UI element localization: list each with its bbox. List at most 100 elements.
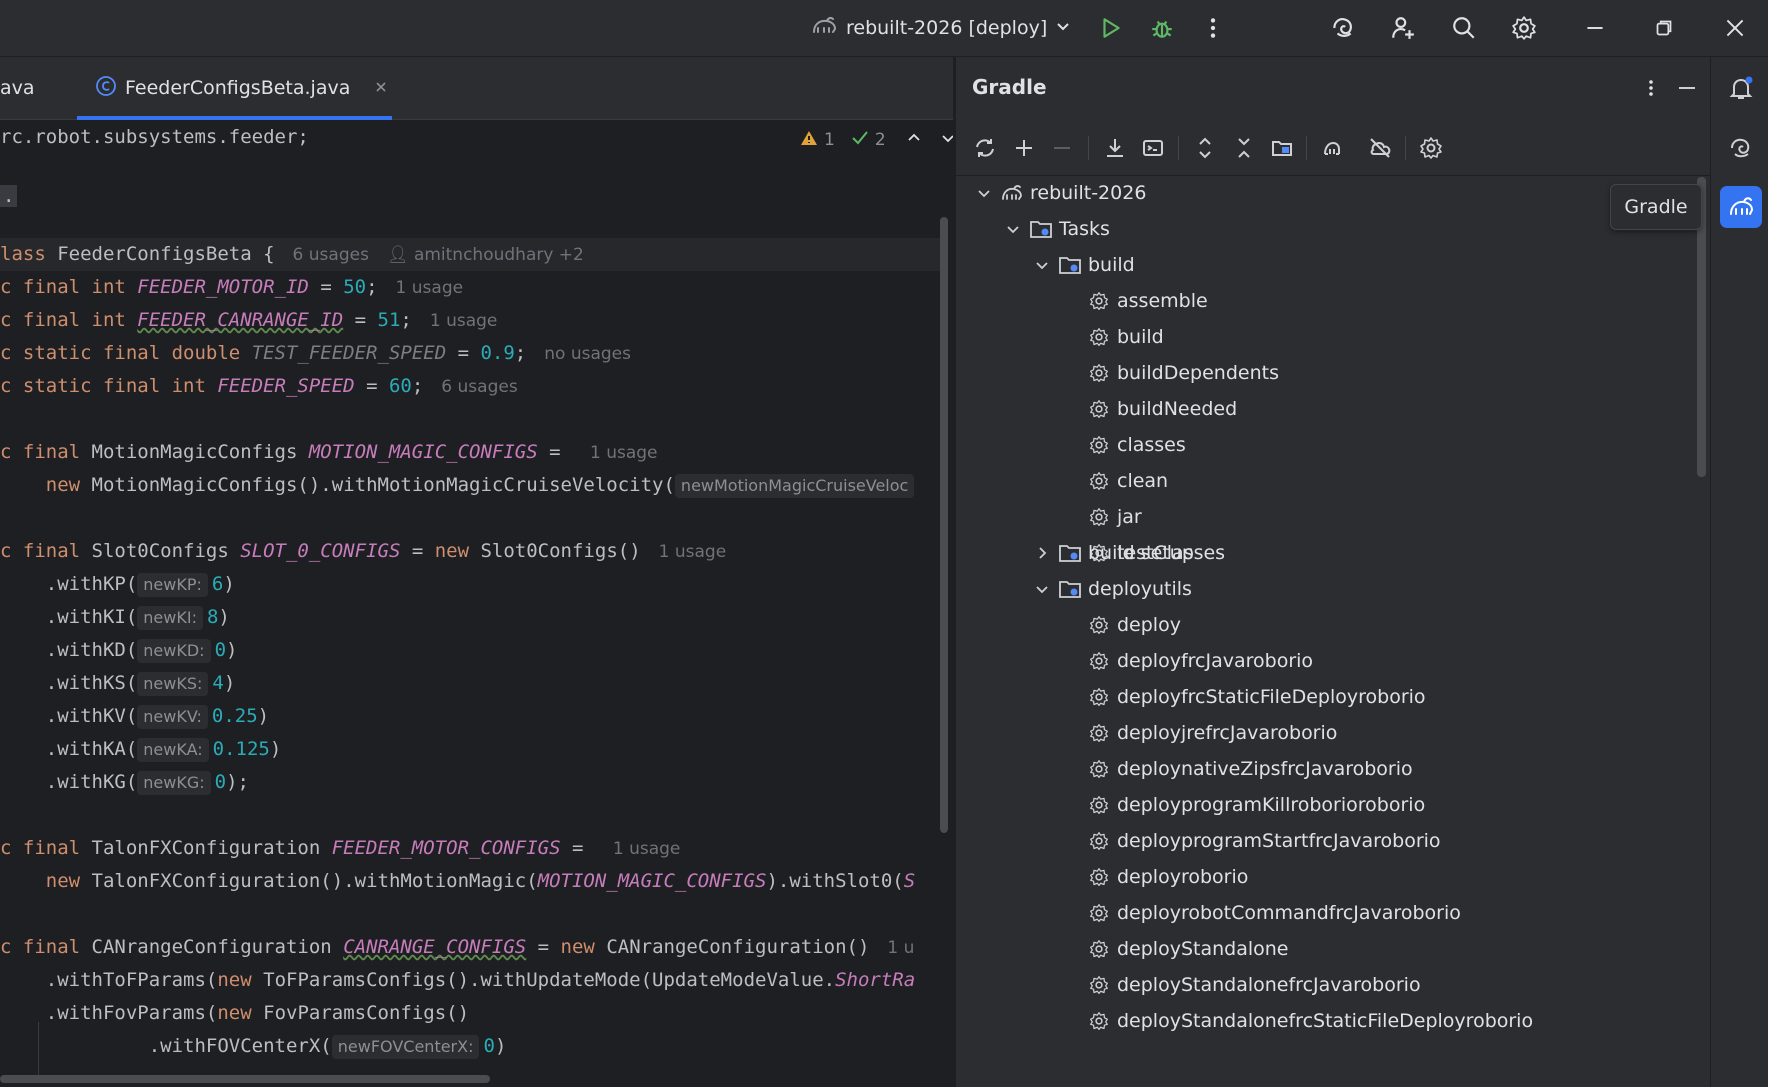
- tree-task-item[interactable]: classes: [1087, 428, 1186, 462]
- gear-icon: [1087, 325, 1111, 349]
- tree-task-item[interactable]: deployprogramStartfrcJavaroborio: [1087, 824, 1441, 858]
- run-icon[interactable]: [1093, 10, 1129, 46]
- chevron-right-icon[interactable]: [1032, 543, 1052, 563]
- editor-horizontal-scrollbar[interactable]: [0, 1075, 490, 1083]
- run-configuration-selector[interactable]: rebuilt-2026 [deploy]: [810, 12, 1071, 44]
- toolbar-separator: [1088, 136, 1089, 160]
- gear-icon: [1087, 1009, 1111, 1033]
- tree-node-build-setup-group[interactable]: build setup: [1032, 536, 1194, 570]
- add-user-icon[interactable]: [1385, 10, 1421, 46]
- gradle-toolbar: [956, 120, 1711, 176]
- refresh-icon[interactable]: [969, 132, 1001, 164]
- tree-task-item[interactable]: buildDependents: [1087, 356, 1279, 390]
- tree-node-build-group[interactable]: build: [1032, 248, 1135, 282]
- tree-task-item[interactable]: deployrobotCommandfrcJavaroborio: [1087, 896, 1461, 930]
- task-label: deployStandalonefrcStaticFileDeployrobor…: [1117, 1010, 1534, 1032]
- tree-node-label: build setup: [1088, 542, 1194, 564]
- tree-task-item[interactable]: assemble: [1087, 284, 1208, 318]
- chevron-up-icon[interactable]: [906, 130, 922, 151]
- remove-icon[interactable]: [1046, 132, 1078, 164]
- download-icon[interactable]: [1099, 132, 1131, 164]
- gradle-tool-button[interactable]: [1720, 186, 1762, 228]
- code-line-tof-params: .withToFParams(new ToFParamsConfigs().wi…: [45, 969, 916, 991]
- warning-count: 1: [824, 130, 835, 150]
- task-label: buildNeeded: [1117, 398, 1238, 420]
- code-line-talonfx-new: new TalonFXConfiguration().withMotionMag…: [45, 870, 916, 892]
- offline-mode-icon[interactable]: [1364, 132, 1396, 164]
- chevron-down-icon[interactable]: [974, 183, 994, 203]
- task-label: deploynativeZipsfrcJavaroborio: [1117, 758, 1413, 780]
- restore-icon[interactable]: [1646, 10, 1682, 46]
- chevron-down-icon[interactable]: [940, 130, 953, 151]
- chevron-down-icon[interactable]: [1032, 255, 1052, 275]
- code-line-fov-center: .withFOVCenterX(newFOVCenterX: 0): [148, 1035, 507, 1059]
- gear-icon: [1087, 361, 1111, 385]
- analyze-dependencies-icon[interactable]: [1316, 132, 1348, 164]
- gear-icon: [1087, 721, 1111, 745]
- tree-task-item[interactable]: deployfrcJavaroborio: [1087, 644, 1313, 678]
- chevron-down-icon: [1055, 17, 1071, 39]
- hide-panel-icon[interactable]: [1672, 73, 1702, 103]
- tree-task-item[interactable]: clean: [1087, 464, 1168, 498]
- add-icon[interactable]: [1008, 132, 1040, 164]
- ai-assistant-icon[interactable]: [1325, 10, 1361, 46]
- more-icon[interactable]: [1636, 73, 1666, 103]
- tree-node-root[interactable]: rebuilt-2026: [974, 176, 1146, 210]
- tree-task-item[interactable]: deployStandalonefrcStaticFileDeployrobor…: [1087, 1004, 1533, 1038]
- settings-icon[interactable]: [1506, 10, 1542, 46]
- code-line-slot0-call: .withKD(newKD: 0): [45, 639, 238, 663]
- tree-node-tasks[interactable]: Tasks: [1003, 212, 1110, 246]
- close-icon[interactable]: [1717, 10, 1753, 46]
- ai-chat-icon[interactable]: [1720, 127, 1762, 169]
- tree-node-label: build: [1088, 254, 1135, 276]
- inspection-widget[interactable]: 1 2: [800, 126, 953, 154]
- gradle-header: Gradle: [956, 57, 1711, 120]
- gear-icon: [1087, 505, 1111, 529]
- tree-task-item[interactable]: buildNeeded: [1087, 392, 1237, 426]
- notifications-icon[interactable]: [1720, 67, 1762, 109]
- execute-task-icon[interactable]: [1137, 132, 1169, 164]
- chevron-down-icon[interactable]: [1032, 579, 1052, 599]
- tab-close-icon[interactable]: [374, 77, 388, 99]
- task-folder-icon: [1058, 577, 1082, 601]
- tree-task-item[interactable]: build: [1087, 320, 1164, 354]
- gear-icon: [1087, 937, 1111, 961]
- code-area[interactable]: 1 2 rc.robot.subsystems.feeder; . lass F…: [0, 120, 953, 1087]
- toolbar-separator: [1306, 136, 1307, 160]
- task-folder-icon: [1029, 217, 1053, 241]
- gradle-elephant-icon: [1000, 181, 1024, 205]
- tree-task-item[interactable]: deployStandalonefrcJavaroborio: [1087, 968, 1421, 1002]
- expand-all-icon[interactable]: [1189, 132, 1221, 164]
- indent-guide: [38, 1022, 39, 1082]
- tree-task-item[interactable]: jar: [1087, 500, 1142, 534]
- tree-task-item[interactable]: deployroborio: [1087, 860, 1248, 894]
- tree-task-item[interactable]: deploynativeZipsfrcJavaroborio: [1087, 752, 1413, 786]
- collapse-all-icon[interactable]: [1228, 132, 1260, 164]
- task-folder-icon: [1058, 541, 1082, 565]
- tree-task-item[interactable]: deployjrefrcJavaroborio: [1087, 716, 1337, 750]
- debug-icon[interactable]: [1144, 10, 1180, 46]
- editor-vertical-scrollbar[interactable]: [940, 217, 948, 833]
- task-label: deployfrcJavaroborio: [1117, 650, 1314, 672]
- gradle-settings-icon[interactable]: [1415, 132, 1447, 164]
- group-modules-icon[interactable]: [1266, 132, 1298, 164]
- tree-task-item[interactable]: deployfrcStaticFileDeployroborio: [1087, 680, 1426, 714]
- gear-icon: [1087, 973, 1111, 997]
- search-icon[interactable]: [1446, 10, 1482, 46]
- tree-task-item[interactable]: deployStandalone: [1087, 932, 1289, 966]
- tree-task-item[interactable]: deploy: [1087, 608, 1181, 642]
- code-line-slot0-call: .withKG(newKG: 0);: [45, 771, 249, 795]
- tab-feederconfigsbeta[interactable]: FeederConfigsBeta.java: [77, 57, 392, 120]
- chevron-down-icon[interactable]: [1003, 219, 1023, 239]
- java-class-icon: [95, 75, 117, 102]
- right-tool-strip: [1710, 57, 1768, 1087]
- tree-task-item[interactable]: deployprogramKillroborioroborio: [1087, 788, 1425, 822]
- code-line-package: rc.robot.subsystems.feeder;: [0, 126, 309, 148]
- tree-node-deployutils-group[interactable]: deployutils: [1032, 572, 1192, 606]
- tab-previous-file[interactable]: ava: [0, 57, 60, 119]
- minimize-icon[interactable]: [1577, 10, 1613, 46]
- more-icon[interactable]: [1195, 10, 1231, 46]
- code-line-talonfx: c final TalonFXConfiguration FEEDER_MOTO…: [0, 837, 681, 859]
- task-label: clean: [1117, 470, 1169, 492]
- check-icon: [851, 129, 869, 152]
